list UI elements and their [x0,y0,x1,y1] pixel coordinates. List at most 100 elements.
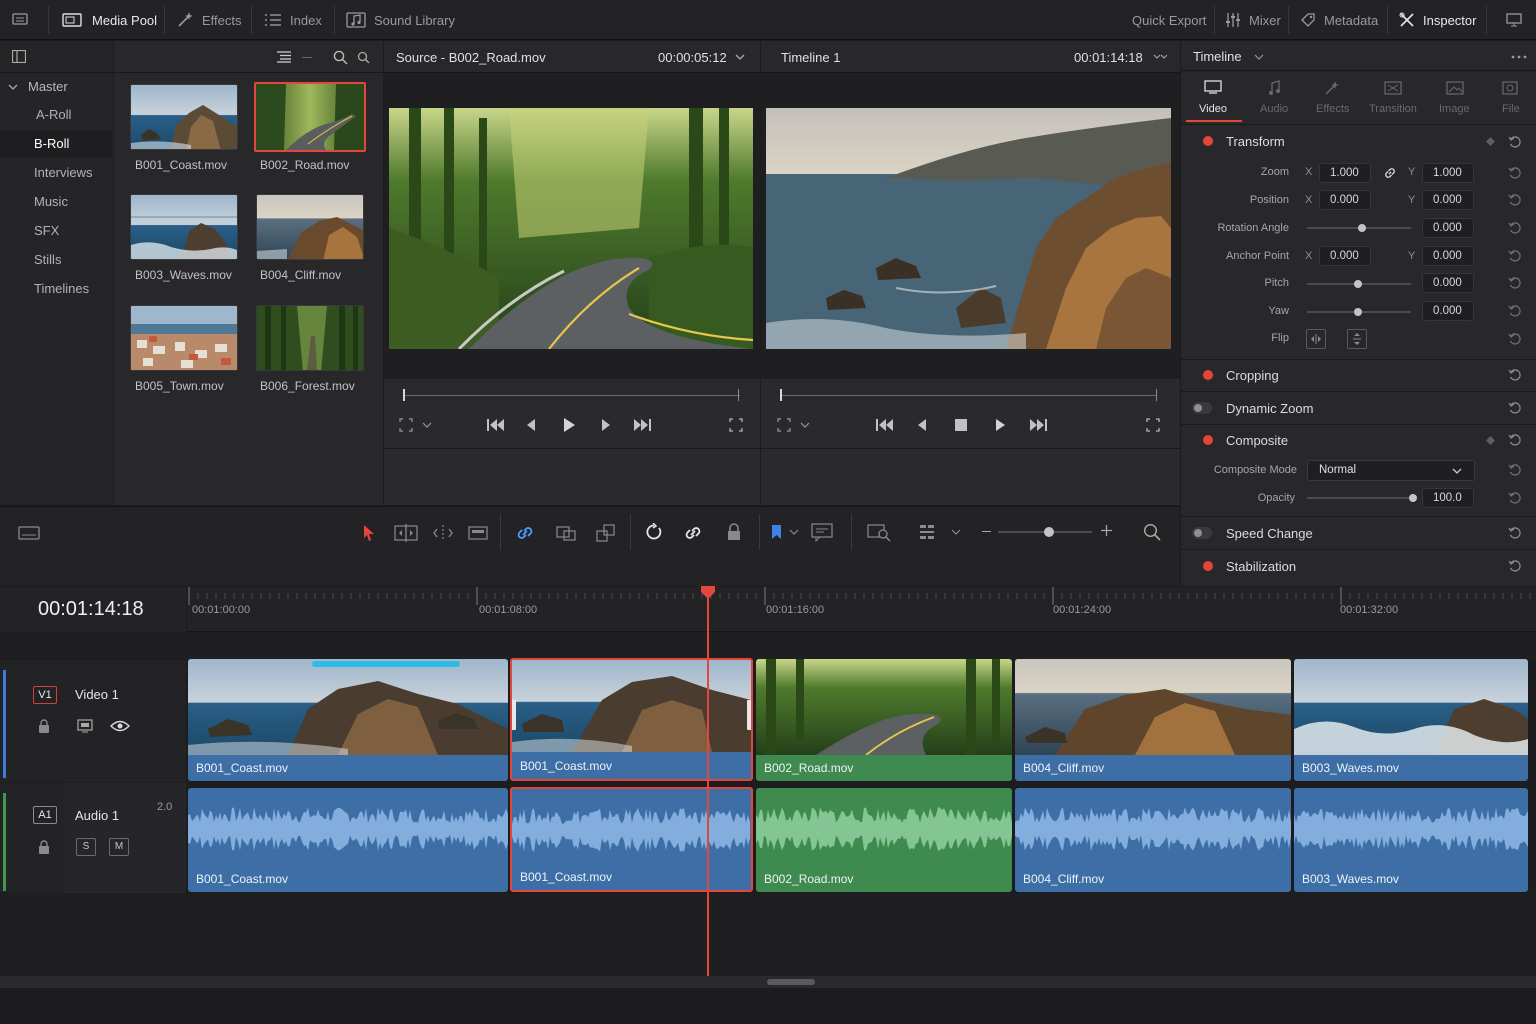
trim-tool-icon[interactable] [394,524,418,542]
reset-icon[interactable] [1508,135,1522,149]
viewer-mode-icon[interactable] [777,418,813,432]
reset-icon[interactable] [1508,559,1522,573]
stop-icon[interactable] [954,418,968,432]
tab-transition[interactable]: Transition [1366,78,1422,122]
timeline-zoom-options-icon[interactable] [918,522,962,542]
zoom-y-field[interactable]: 1.000 [1422,163,1474,183]
mute-button[interactable]: M [109,838,129,856]
reset-icon[interactable] [1508,221,1522,235]
zoom-in-icon[interactable] [1101,525,1112,536]
inspector-tab[interactable]: Inspector [1399,0,1476,40]
mixer-tab[interactable]: Mixer [1225,0,1281,40]
stabilization-enable-toggle[interactable] [1203,561,1213,571]
jump-to-start-icon[interactable] [487,418,505,432]
jump-to-end-icon[interactable] [633,418,651,432]
bin-item[interactable]: Music [0,188,112,216]
timeline-scrub-bar[interactable] [781,395,1157,396]
reset-icon[interactable] [1508,276,1522,290]
clip-thumbnail-b003[interactable] [130,194,238,260]
cropping-enable-toggle[interactable] [1203,370,1213,380]
jump-to-start-icon[interactable] [876,418,894,432]
tab-file[interactable]: File [1490,78,1530,122]
reset-icon[interactable] [1508,166,1522,180]
bin-item[interactable]: A-Roll [0,101,112,129]
workspace-menu-icon[interactable] [12,0,28,40]
timeline-playhead[interactable] [707,594,709,976]
chevron-down-icon[interactable] [735,53,745,61]
clip-thumbnail-b006[interactable] [256,305,364,371]
flag-marker-icon[interactable] [770,524,800,542]
keyframe-diamond-icon[interactable] [1486,137,1495,146]
source-scrub-bar[interactable] [404,395,740,396]
clip-thumbnail-b001[interactable] [130,84,238,150]
clip-thumbnail-b002-selected[interactable] [254,82,366,152]
fullscreen-monitor-icon[interactable] [1506,0,1522,40]
track-id-v1[interactable]: V1 [33,686,57,704]
reset-icon[interactable] [1508,463,1522,477]
lock-icon[interactable] [38,840,50,855]
playhead-marker-icon[interactable] [700,586,716,600]
bin-item[interactable]: SFX [0,217,112,245]
bin-master[interactable]: Master [8,79,68,94]
tab-video[interactable]: Video [1186,78,1242,122]
eye-icon[interactable] [110,720,130,732]
composite-enable-toggle[interactable] [1203,435,1213,445]
blade-tool-icon[interactable] [468,524,488,542]
clip-thumbnail-b004[interactable] [256,194,364,260]
auto-select-icon[interactable] [77,719,93,733]
ripple-icon[interactable] [645,523,663,541]
reset-icon[interactable] [1508,491,1522,505]
snapping-icon[interactable] [555,523,577,543]
chevron-down-icon[interactable] [1254,53,1264,61]
more-options-icon[interactable] [1153,53,1167,61]
zoom-out-icon[interactable] [982,531,991,532]
reset-icon[interactable] [1508,526,1522,540]
audio-clip-selected[interactable]: B001_Coast.mov [510,787,753,892]
viewer-mode-icon[interactable] [399,418,435,432]
timeline-viewer-playhead[interactable] [780,389,782,401]
rotation-slider-knob[interactable] [1358,224,1366,232]
opacity-slider[interactable] [1307,497,1413,499]
zoom-x-field[interactable]: 1.000 [1319,163,1371,183]
zoom-search-icon[interactable] [357,51,370,64]
bin-item[interactable]: Interviews [0,159,112,187]
video-clip[interactable]: B004_Cliff.mov [1015,659,1291,781]
anchor-y-field[interactable]: 0.000 [1422,246,1474,266]
yaw-slider-knob[interactable] [1354,308,1362,316]
reset-icon[interactable] [1508,332,1522,346]
timeline-ruler[interactable] [187,587,1536,632]
audio-clip[interactable]: B001_Coast.mov [188,788,508,892]
scrollbar-thumb[interactable] [767,979,815,985]
pitch-field[interactable]: 0.000 [1422,273,1474,293]
list-view-icon[interactable] [277,51,291,63]
anchor-x-field[interactable]: 0.000 [1319,246,1371,266]
reset-icon[interactable] [1508,193,1522,207]
dynamic-trim-icon[interactable] [433,524,453,542]
zoom-to-fit-icon[interactable] [866,522,892,542]
link-clips-icon[interactable] [683,523,703,543]
position-x-field[interactable]: 0.000 [1319,190,1371,210]
opacity-slider-knob[interactable] [1409,494,1417,502]
dynamic-zoom-toggle[interactable] [1192,402,1212,414]
sidebar-toggle-icon[interactable] [12,50,26,63]
search-icon[interactable] [1143,523,1161,541]
timeline-view-options-icon[interactable] [18,526,40,540]
solo-button[interactable]: S [76,838,96,856]
bin-item[interactable]: Stills [0,246,112,274]
audio-clip[interactable]: B002_Road.mov [756,788,1012,892]
play-reverse-icon[interactable] [525,418,537,432]
play-icon[interactable] [994,418,1006,432]
lock-icon[interactable] [726,522,742,542]
sound-library-tab[interactable]: Sound Library [346,0,455,40]
audio-clip[interactable]: B003_Waves.mov [1294,788,1528,892]
track-id-a1[interactable]: A1 [33,806,57,824]
metadata-tab[interactable]: Metadata [1300,0,1378,40]
position-y-field[interactable]: 0.000 [1422,190,1474,210]
search-icon[interactable] [333,50,348,65]
selection-tool-icon[interactable] [362,524,376,542]
audio-clip[interactable]: B004_Cliff.mov [1015,788,1291,892]
reset-icon[interactable] [1508,433,1522,447]
video-clip[interactable]: B002_Road.mov [756,659,1012,781]
rotation-field[interactable]: 0.000 [1422,218,1474,238]
more-options-icon[interactable] [1511,55,1527,59]
